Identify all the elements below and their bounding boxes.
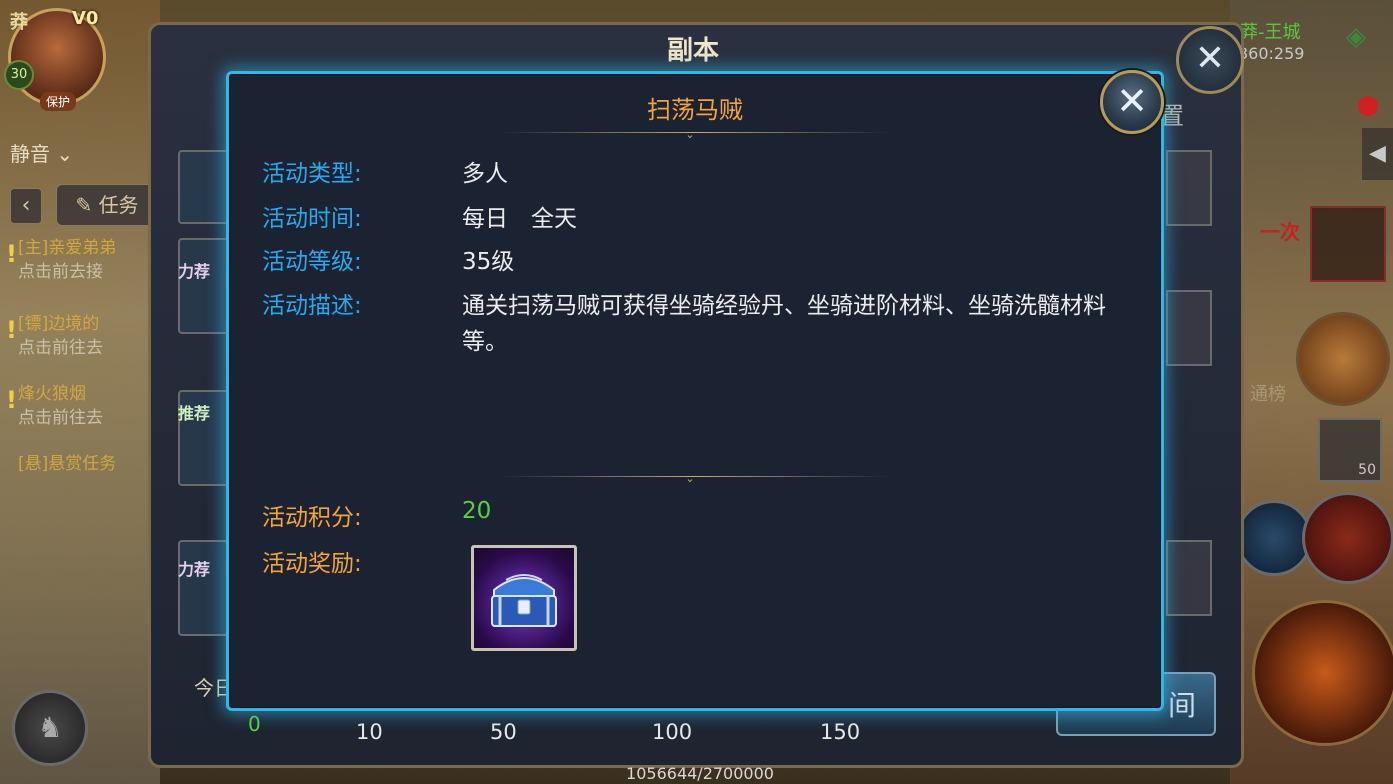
activity-type-label: 活动类型: bbox=[262, 161, 362, 187]
activity-type-value: 多人 bbox=[462, 161, 508, 187]
quest-title: [镖]边境的 bbox=[18, 314, 100, 334]
vip-badge[interactable]: V0 bbox=[72, 8, 98, 29]
exclamation-icon: ! bbox=[6, 386, 17, 414]
recommend-ribbon: 力荐 bbox=[178, 560, 211, 579]
collapse-tasks-button[interactable]: ‹ bbox=[10, 188, 42, 224]
quest-item[interactable]: ! [镖]边境的 点击前往去 bbox=[6, 312, 158, 360]
recommend-ribbon: 力荐 bbox=[178, 262, 211, 281]
guard-status-badge[interactable]: 保护 bbox=[40, 92, 77, 111]
quest-item[interactable]: ! 烽火狼烟 点击前往去 bbox=[6, 382, 158, 430]
skill-button[interactable] bbox=[1236, 500, 1312, 576]
activity-level-label: 活动等级: bbox=[262, 249, 362, 275]
recommend-ribbon: 推荐 bbox=[178, 404, 211, 423]
chevron-left-icon: ◀ bbox=[1369, 141, 1386, 166]
activity-time-label: 活动时间: bbox=[262, 206, 362, 232]
progress-tick: 10 bbox=[356, 720, 383, 744]
activity-score-label: 活动积分: bbox=[262, 505, 362, 531]
player-level-badge: 30 bbox=[4, 60, 34, 90]
exclamation-icon: ! bbox=[6, 316, 17, 344]
divider-ornament: ⌄ bbox=[685, 472, 695, 485]
progress-tick: 150 bbox=[820, 720, 861, 744]
quest-hint: 点击前去接 bbox=[18, 262, 103, 282]
quest-title: [悬]悬赏任务 bbox=[18, 454, 117, 474]
quest-item[interactable]: ! [主]亲爱弟弟 点击前去接 bbox=[6, 236, 158, 284]
activity-time-value: 每日 全天 bbox=[462, 206, 577, 232]
progress-tick: 100 bbox=[652, 720, 693, 744]
equipment-slot[interactable] bbox=[1310, 206, 1386, 282]
horse-icon: ♞ bbox=[37, 711, 63, 744]
treasure-chest-icon bbox=[491, 574, 557, 627]
dungeon-enter-slot[interactable] bbox=[1166, 150, 1212, 226]
dialog-title: 扫荡马贼 bbox=[647, 96, 743, 124]
quest-hint: 点击前往去 bbox=[18, 408, 103, 428]
ranking-label: 通榜 bbox=[1250, 384, 1286, 405]
expand-right-button[interactable]: ◀ bbox=[1362, 128, 1393, 180]
dialog-close-button[interactable]: ✕ bbox=[1100, 70, 1164, 134]
activity-detail-dialog bbox=[226, 71, 1164, 711]
exp-progress-text: 1056644/2700000 bbox=[626, 764, 774, 783]
pet-portrait[interactable] bbox=[1296, 312, 1390, 406]
chevron-left-icon: ‹ bbox=[21, 193, 31, 218]
dungeon-enter-slot[interactable] bbox=[1166, 540, 1212, 616]
wifi-icon: ◈ bbox=[1346, 22, 1366, 52]
progress-start: 0 bbox=[248, 712, 261, 736]
close-icon: ✕ bbox=[1194, 38, 1226, 79]
divider-ornament: ⌄ bbox=[685, 128, 695, 141]
reward-item-slot[interactable] bbox=[471, 545, 577, 651]
quest-hint: 点击前往去 bbox=[18, 338, 103, 358]
dungeon-enter-slot[interactable] bbox=[1166, 290, 1212, 366]
activity-description-value: 通关扫荡马贼可获得坐骑经验丹、坐骑进阶材料、坐骑洗髓材料等。 bbox=[462, 293, 1106, 355]
scroll-icon: ✎ bbox=[75, 193, 93, 217]
mute-label: 静音 bbox=[10, 142, 50, 166]
quest-title: 烽火狼烟 bbox=[18, 384, 86, 404]
record-icon[interactable] bbox=[1358, 96, 1378, 116]
progress-tick: 50 bbox=[490, 720, 517, 744]
attack-button[interactable] bbox=[1252, 600, 1393, 746]
tab-tasks[interactable]: ✎ 任务 bbox=[56, 184, 158, 226]
activity-description-label: 活动描述: bbox=[262, 293, 362, 319]
dungeon-card[interactable] bbox=[178, 150, 232, 224]
activity-score-value: 20 bbox=[462, 498, 492, 524]
tab-tasks-label: 任务 bbox=[98, 193, 139, 217]
dungeon-panel-title: 副本 bbox=[666, 36, 719, 66]
item-count: 50 bbox=[1358, 462, 1376, 478]
quest-title: [主]亲爱弟弟 bbox=[18, 238, 117, 258]
activity-reward-label: 活动奖励: bbox=[262, 551, 362, 577]
map-coordinates: 360:259 bbox=[1238, 44, 1305, 63]
bag-item-slot[interactable]: 50 bbox=[1318, 418, 1382, 482]
dungeon-close-button[interactable]: ✕ bbox=[1176, 26, 1244, 94]
skill-button[interactable] bbox=[1302, 492, 1393, 584]
close-icon: ✕ bbox=[1116, 79, 1148, 123]
player-name-char: 莽 bbox=[10, 12, 28, 33]
quest-item[interactable]: [悬]悬赏任务 bbox=[18, 452, 158, 476]
map-location: 莽-王城 bbox=[1240, 22, 1301, 43]
mute-toggle[interactable]: 静音 ⌄ bbox=[10, 138, 73, 167]
exclamation-icon: ! bbox=[6, 240, 17, 268]
chevron-down-icon: ⌄ bbox=[56, 142, 74, 166]
activity-level-value: 35级 bbox=[462, 249, 515, 275]
mount-button[interactable]: ♞ bbox=[12, 690, 88, 766]
event-banner-text: 一次 bbox=[1260, 220, 1300, 244]
